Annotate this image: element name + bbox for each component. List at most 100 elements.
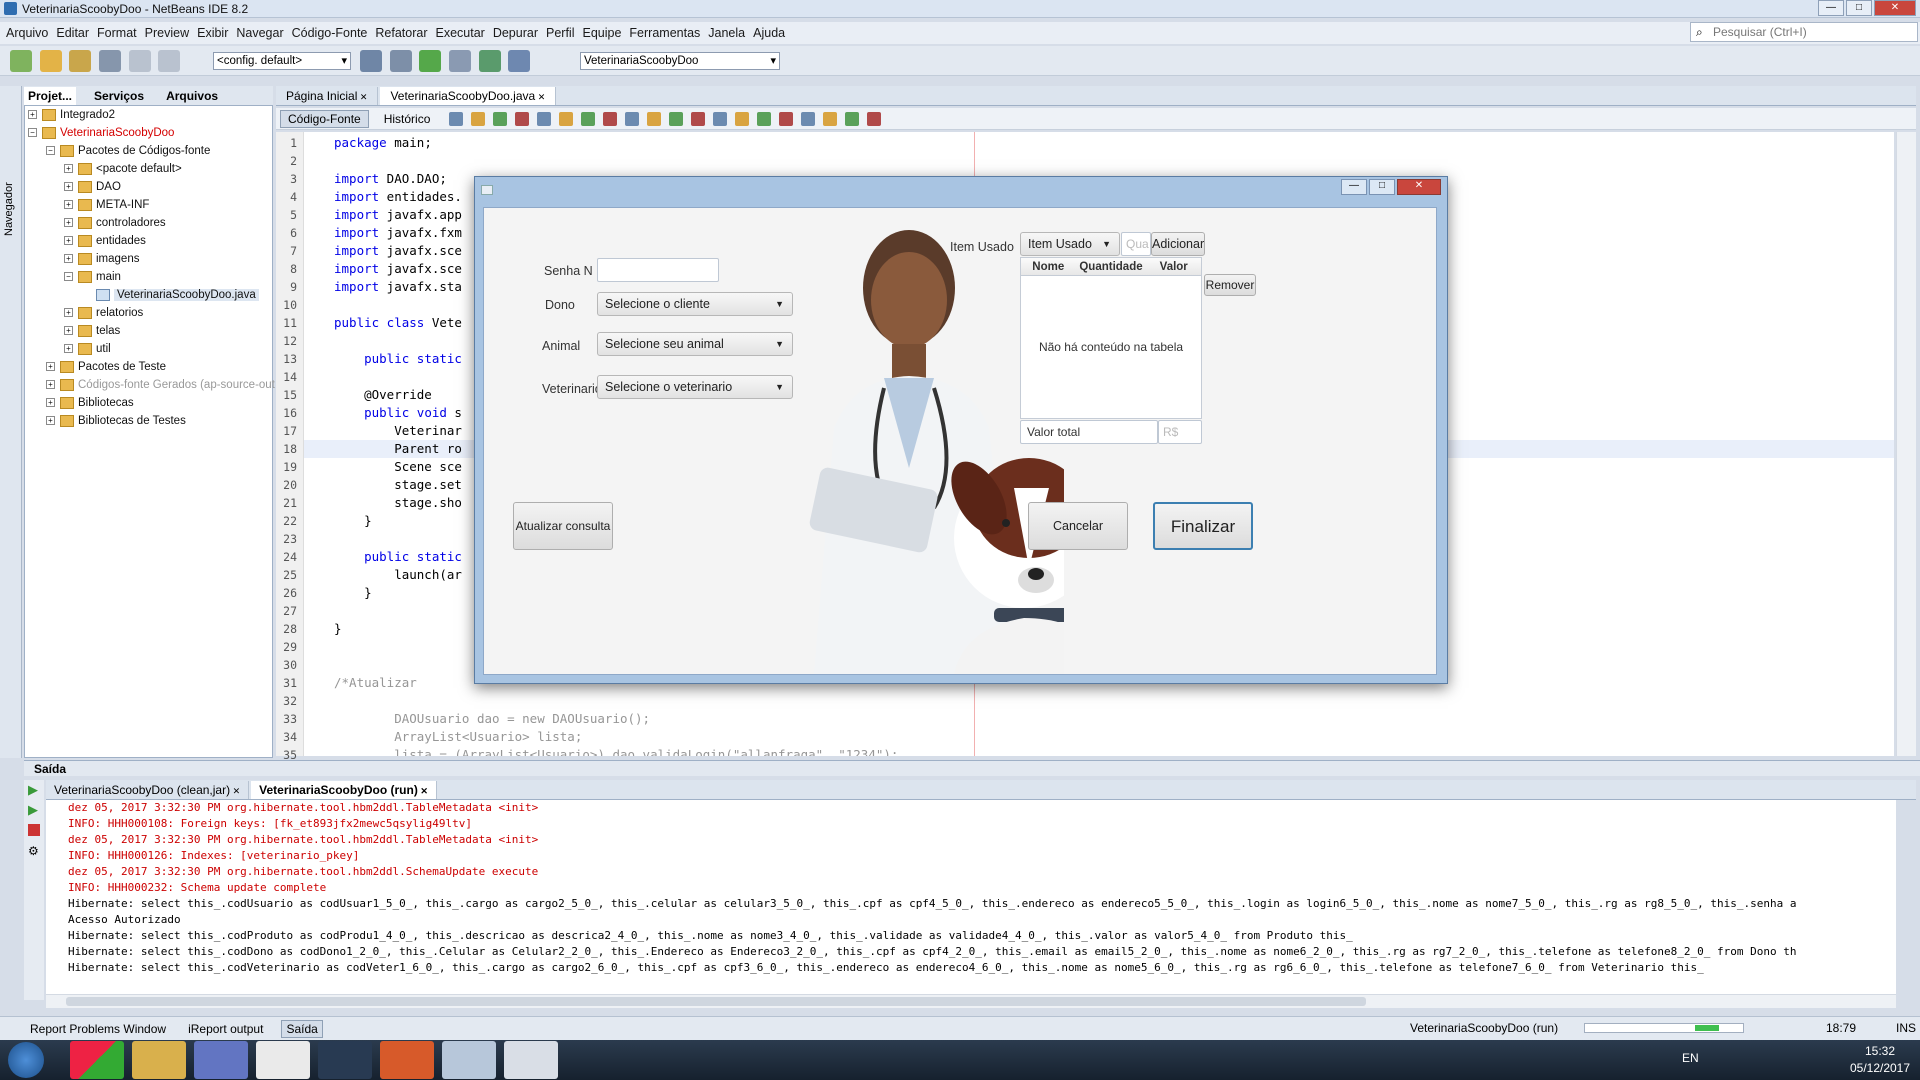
close-tab-icon[interactable]: ✕ <box>535 92 546 102</box>
tree-node[interactable]: + imagens <box>64 250 139 268</box>
dialog-close-button[interactable]: ✕ <box>1397 179 1441 195</box>
dono-select[interactable]: Selecione o cliente ▼ <box>597 292 793 316</box>
menu-item[interactable]: Depurar <box>492 26 539 40</box>
close-tab-icon[interactable]: ✕ <box>357 92 368 102</box>
tree-node[interactable]: − main <box>64 268 121 286</box>
new-file-icon[interactable] <box>10 50 32 72</box>
tree-node[interactable]: + Bibliotecas de Testes <box>46 412 186 430</box>
search-input[interactable]: Pesquisar (Ctrl+I) <box>1690 22 1918 42</box>
editor-tool-icon[interactable] <box>515 111 530 126</box>
menu-item[interactable]: Arquivo <box>5 26 49 40</box>
table-column-header[interactable]: Valor <box>1146 261 1201 273</box>
tree-node[interactable]: + util <box>64 340 111 358</box>
rerun-icon[interactable]: ▶ <box>28 782 38 798</box>
tree-node[interactable]: + DAO <box>64 178 121 196</box>
project-select[interactable]: VeterinariaScoobyDoo <box>580 52 780 70</box>
menu-item[interactable]: Ferramentas <box>628 26 701 40</box>
editor-view-tab[interactable]: Histórico <box>377 111 438 127</box>
expand-toggle-icon[interactable]: + <box>64 236 73 246</box>
project-tab[interactable]: Serviços <box>90 87 148 105</box>
tree-node[interactable]: + telas <box>64 322 120 340</box>
add-item-button[interactable]: Adicionar <box>1151 232 1205 256</box>
editor-tool-icon[interactable] <box>625 111 640 126</box>
tree-node[interactable]: + Integrado2 <box>28 106 115 124</box>
java-taskbar-icon[interactable] <box>504 1041 558 1079</box>
output-tab[interactable]: VeterinariaScoobyDoo (clean,jar) ✕ <box>46 780 250 799</box>
build-icon[interactable] <box>360 50 382 72</box>
editor-tool-icon[interactable] <box>735 111 750 126</box>
clock-time[interactable]: 15:32 <box>1850 1044 1910 1058</box>
editor-tab[interactable]: Página Inicial ✕ <box>276 86 379 105</box>
tree-node[interactable]: + relatorios <box>64 304 143 322</box>
editor-tool-icon[interactable] <box>471 111 486 126</box>
menu-item[interactable]: Código-Fonte <box>291 26 369 40</box>
output-hscrollbar[interactable] <box>46 994 1896 1008</box>
remove-item-button[interactable]: Remover <box>1204 274 1256 296</box>
rerun-changed-icon[interactable]: ▶ <box>28 802 38 818</box>
office-taskbar-icon[interactable] <box>70 1041 124 1079</box>
tree-node[interactable]: + <pacote default> <box>64 160 182 178</box>
expand-toggle-icon[interactable]: + <box>64 182 73 192</box>
expand-toggle-icon[interactable]: − <box>64 272 73 282</box>
editor-tool-icon[interactable] <box>559 111 574 126</box>
output-tab[interactable]: VeterinariaScoobyDoo (run) ✕ <box>251 780 437 799</box>
netbeans-taskbar-icon[interactable] <box>442 1041 496 1079</box>
close-tab-icon[interactable]: ✕ <box>418 786 428 796</box>
tree-node[interactable]: − Pacotes de Códigos-fonte <box>46 142 210 160</box>
menu-item[interactable]: Perfil <box>545 26 575 40</box>
item-usado-select[interactable]: Item Usado ▼ <box>1020 232 1120 256</box>
editor-tool-icon[interactable] <box>603 111 618 126</box>
menu-item[interactable]: Format <box>96 26 138 40</box>
dialog-maximize-button[interactable]: □ <box>1369 179 1395 195</box>
tree-node[interactable]: − VeterinariaScoobyDoo <box>28 124 174 142</box>
editor-tool-icon[interactable] <box>493 111 508 126</box>
refresh-query-button[interactable]: Atualizar consulta <box>513 502 613 550</box>
editor-tool-icon[interactable] <box>757 111 772 126</box>
profile-icon[interactable] <box>478 50 501 72</box>
navigator-label[interactable]: Navegador <box>3 182 15 236</box>
language-indicator[interactable]: EN <box>1682 1051 1699 1065</box>
tree-node[interactable]: + controladores <box>64 214 166 232</box>
cancel-button[interactable]: Cancelar <box>1028 502 1128 550</box>
bottom-window-tab[interactable]: Report Problems Window <box>26 1021 170 1037</box>
run-icon[interactable] <box>419 50 442 72</box>
finish-button[interactable]: Finalizar <box>1153 502 1253 550</box>
expand-toggle-icon[interactable]: + <box>64 254 73 264</box>
clean-build-icon[interactable] <box>389 50 412 72</box>
new-project-icon[interactable] <box>39 50 62 72</box>
editor-tool-icon[interactable] <box>691 111 706 126</box>
stop-icon[interactable] <box>28 824 40 836</box>
expand-toggle-icon[interactable]: + <box>28 110 37 120</box>
expand-toggle-icon[interactable]: + <box>64 200 73 210</box>
presentation-taskbar-icon[interactable] <box>380 1041 434 1079</box>
menu-item[interactable]: Exibir <box>196 26 229 40</box>
output-console[interactable]: dez 05, 2017 3:32:30 PM org.hibernate.to… <box>46 800 1896 1000</box>
editor-tool-icon[interactable] <box>669 111 684 126</box>
tree-node[interactable]: + Bibliotecas <box>46 394 134 412</box>
undo-icon[interactable] <box>128 50 151 72</box>
editor-scrollbar[interactable] <box>1896 132 1916 756</box>
expand-toggle-icon[interactable]: + <box>46 380 55 390</box>
editor-tool-icon[interactable] <box>537 111 552 126</box>
tree-node[interactable]: + Pacotes de Teste <box>46 358 166 376</box>
editor-tool-icon[interactable] <box>823 111 838 126</box>
menu-item[interactable]: Editar <box>55 26 90 40</box>
project-tab[interactable]: Projet... <box>24 86 77 105</box>
editor-tool-icon[interactable] <box>779 111 794 126</box>
tree-node[interactable]: + Códigos-fonte Gerados (ap-source-out <box>46 376 275 394</box>
quantity-input[interactable]: Qua <box>1121 232 1151 256</box>
steam-taskbar-icon[interactable] <box>318 1041 372 1079</box>
close-tab-icon[interactable]: ✕ <box>230 786 241 796</box>
deploy-icon[interactable] <box>508 50 531 72</box>
expand-toggle-icon[interactable]: − <box>46 146 55 156</box>
menu-item[interactable]: Executar <box>434 26 485 40</box>
minimize-button[interactable]: — <box>1818 0 1844 16</box>
editor-tool-icon[interactable] <box>647 111 662 126</box>
expand-toggle-icon[interactable]: + <box>46 362 55 372</box>
settings-icon[interactable]: ⚙ <box>28 844 39 858</box>
veterinario-select[interactable]: Selecione o veterinario ▼ <box>597 375 793 399</box>
menu-item[interactable]: Janela <box>707 26 746 40</box>
menu-item[interactable]: Navegar <box>235 26 284 40</box>
expand-toggle-icon[interactable]: + <box>64 344 73 354</box>
discord-taskbar-icon[interactable] <box>194 1041 248 1079</box>
